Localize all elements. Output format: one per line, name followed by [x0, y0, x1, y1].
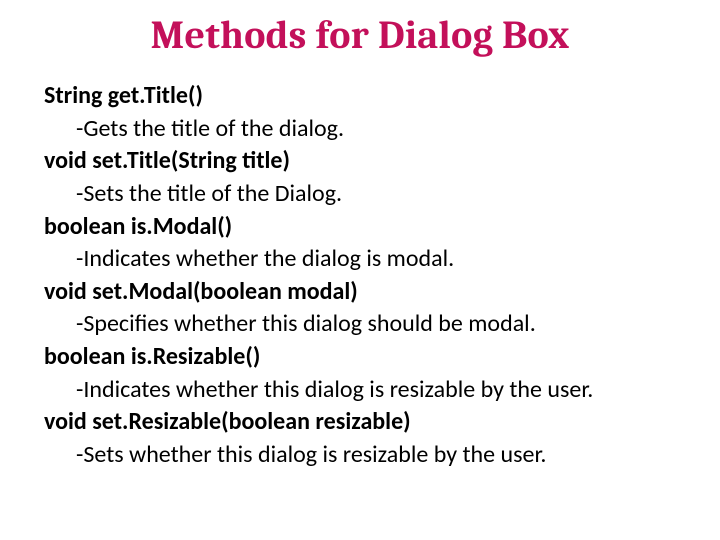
- method-description: -Sets the title of the Dialog.: [44, 178, 676, 211]
- methods-list: String get.Title() -Gets the title of th…: [44, 80, 676, 472]
- method-signature: void set.Title(String title): [44, 145, 676, 178]
- method-description: -Indicates whether the dialog is modal.: [44, 243, 676, 276]
- method-description: -Specifies whether this dialog should be…: [44, 308, 676, 341]
- method-signature: String get.Title(): [44, 80, 676, 113]
- method-signature: void set.Modal(boolean modal): [44, 276, 676, 309]
- slide-title: Methods for Dialog Box: [44, 12, 676, 58]
- method-description: -Indicates whether this dialog is resiza…: [44, 374, 676, 407]
- method-description: -Gets the title of the dialog.: [44, 113, 676, 146]
- method-signature: void set.Resizable(boolean resizable): [44, 406, 676, 439]
- method-description: -Sets whether this dialog is resizable b…: [44, 439, 676, 472]
- method-signature: boolean is.Resizable(): [44, 341, 676, 374]
- method-signature: boolean is.Modal(): [44, 211, 676, 244]
- slide: Methods for Dialog Box String get.Title(…: [0, 0, 720, 492]
